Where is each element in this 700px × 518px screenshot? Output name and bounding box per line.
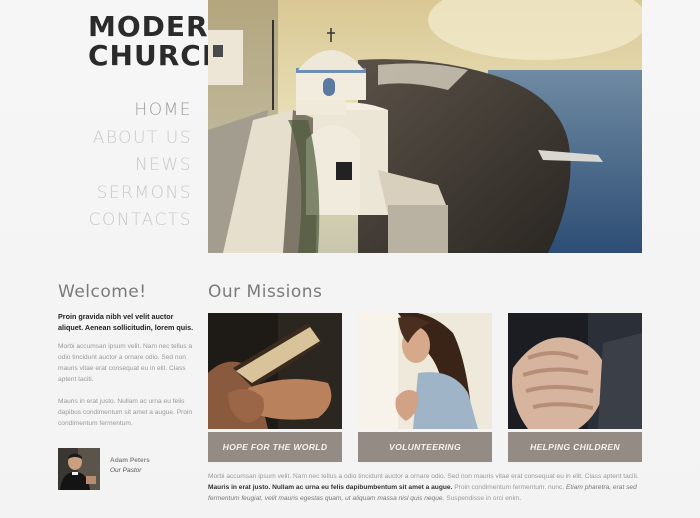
pastor-role: Our Pastor (110, 467, 142, 474)
logo-line-1: MODERN (88, 10, 234, 43)
praying-bible-image[interactable] (208, 313, 342, 429)
nav-news[interactable]: NEWS (89, 152, 192, 180)
mission-card-children[interactable]: HELPING CHILDREN (508, 313, 642, 463)
mission-card-volunteering[interactable]: VOLUNTEERING (358, 313, 492, 463)
clasped-hands-image[interactable] (508, 313, 642, 429)
praying-woman-image[interactable] (358, 313, 492, 429)
missions-text: Morbi accumsan ipsum velit. Nam nec tell… (208, 471, 642, 504)
pastor-name: Adam Peters (110, 457, 150, 464)
missions-text-bold: Mauris in erat justo. Nullam ac urna eu … (208, 484, 453, 491)
missions-title: Our Missions (208, 282, 323, 302)
nav-home[interactable]: HOME (89, 97, 192, 125)
nav-sermons[interactable]: SERMONS (89, 180, 192, 208)
mission-card-hope[interactable]: HOPE FOR THE WORLD (208, 313, 342, 463)
main-nav: HOME ABOUT US NEWS SERMONS CONTACTS (89, 97, 192, 235)
missions-text-plain-2: Proin condimentum fermentum. nunc. (452, 484, 567, 491)
nav-contacts[interactable]: CONTACTS (89, 207, 192, 235)
logo-line-2: CHURCH (88, 39, 227, 72)
nav-about-us[interactable]: ABOUT US (89, 125, 192, 153)
missions-text-plain-1: Morbi accumsan ipsum velit. Nam nec tell… (208, 473, 639, 480)
mission-label-children[interactable]: HELPING CHILDREN (508, 432, 642, 462)
missions-text-plain-3: Suspendisse in orci enim. (444, 495, 522, 502)
hero-image (208, 0, 642, 253)
mission-label-volunteering[interactable]: VOLUNTEERING (358, 432, 492, 462)
welcome-paragraph-1: Morbi accumsan ipsum velit. Nam nec tell… (58, 343, 193, 383)
welcome-lead: Proin gravida nibh vel velit auctor aliq… (58, 312, 194, 332)
pastor-avatar (58, 448, 100, 490)
welcome-paragraph-2: Mauris in erat justo. Nullam ac urna eu … (58, 398, 193, 427)
welcome-title: Welcome! (58, 282, 147, 302)
mission-label-hope[interactable]: HOPE FOR THE WORLD (208, 432, 342, 462)
page: MODERN CHURCH HOME ABOUT US NEWS SERMONS… (0, 0, 700, 518)
site-logo[interactable]: MODERN CHURCH (88, 10, 234, 72)
